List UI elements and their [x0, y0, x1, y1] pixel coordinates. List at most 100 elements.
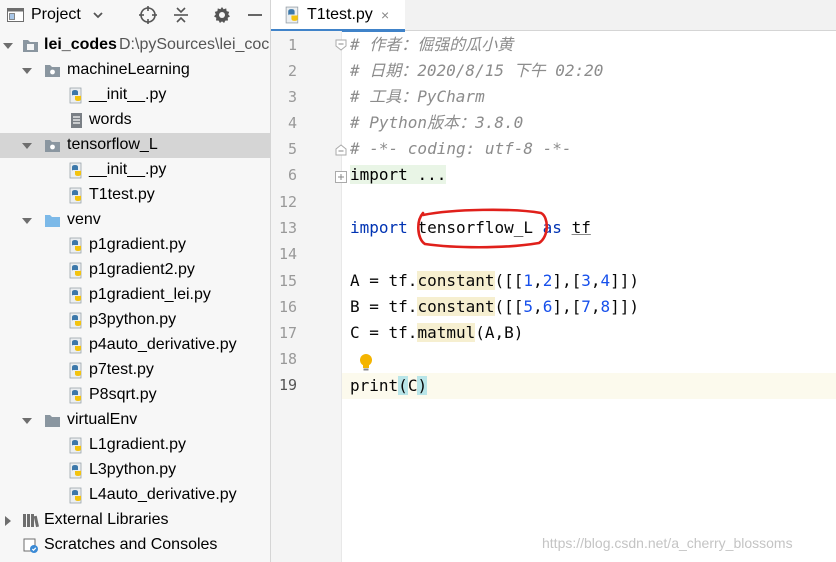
number-token: 2	[542, 271, 553, 290]
tree-item-init-py[interactable]: __init__.py	[0, 83, 270, 108]
code-line-1[interactable]: # 作者：倔强的瓜小黄	[350, 32, 513, 58]
tree-item-p8sqrt-py[interactable]: P8sqrt.py	[0, 383, 270, 408]
number-token: 6	[542, 297, 553, 316]
line-number: 2	[287, 62, 297, 80]
lightbulb-icon[interactable]	[358, 353, 374, 372]
locate-target-icon[interactable]	[138, 5, 158, 25]
close-icon[interactable]: ×	[381, 7, 389, 23]
chevron-down-icon[interactable]	[92, 9, 104, 21]
tree-item-l3python-py[interactable]: L3python.py	[0, 458, 270, 483]
line-number: 14	[278, 245, 297, 263]
tree-item-label: __init__.py	[89, 86, 167, 103]
python-file-icon	[69, 87, 82, 104]
python-file-icon	[69, 487, 82, 504]
code-line-16[interactable]: B = tf.constant([[5,6],[7,8]])	[350, 294, 639, 320]
tree-item-l4auto-derivative-py[interactable]: L4auto_derivative.py	[0, 483, 270, 508]
folded-imports[interactable]: import ...	[350, 165, 447, 184]
code-token: (A,B)	[475, 323, 524, 342]
line-number-current: 19	[278, 376, 297, 394]
project-pane-header: Project	[0, 0, 271, 31]
tree-item-init-py[interactable]: __init__.py	[0, 158, 270, 183]
tree-item-words[interactable]: words	[0, 108, 270, 133]
tree-item-virtualenv[interactable]: virtualEnv	[0, 408, 270, 433]
line-number: 18	[278, 350, 297, 368]
tree-item-p3python-py[interactable]: p3python.py	[0, 308, 270, 333]
python-file-icon	[69, 387, 82, 404]
project-view-selector[interactable]: Project	[31, 6, 81, 24]
tree-item-t1test-py[interactable]: T1test.py	[0, 183, 270, 208]
chevron-down-icon[interactable]	[21, 416, 33, 426]
function-call-token: matmul	[417, 323, 476, 342]
text-file-icon	[71, 113, 82, 128]
line-number: 4	[287, 114, 297, 132]
watermark-text: https://blog.csdn.net/a_cherry_blossoms	[542, 535, 793, 551]
tree-item-p1gradient2-py[interactable]: p1gradient2.py	[0, 258, 270, 283]
number-token: 8	[600, 297, 611, 316]
python-file-icon	[69, 237, 82, 254]
tree-item-lei-codes[interactable]: lei_codes D:\pySources\lei_coc	[0, 33, 270, 58]
tree-item-l1gradient-py[interactable]: L1gradient.py	[0, 433, 270, 458]
tree-item-label: words	[89, 111, 132, 128]
python-file-icon	[69, 362, 82, 379]
tree-item-label: lei_codes	[44, 36, 117, 53]
function-call-token: constant	[417, 271, 495, 290]
tree-item-venv[interactable]: venv	[0, 208, 270, 233]
project-path: D:\pySources\lei_coc	[119, 36, 270, 53]
code-token: B = tf.	[350, 297, 418, 316]
tree-item-label: virtualEnv	[67, 411, 138, 428]
tree-item-label: machineLearning	[67, 61, 190, 78]
gear-icon[interactable]	[212, 5, 232, 25]
tree-item-label: Scratches and Consoles	[44, 536, 218, 553]
tree-item-p7test-py[interactable]: p7test.py	[0, 358, 270, 383]
code-line-5[interactable]: # -*- coding: utf-8 -*-	[350, 136, 572, 162]
tree-item-p1gradient-lei-py[interactable]: p1gradient_lei.py	[0, 283, 270, 308]
code-token: C = tf.	[350, 323, 418, 342]
code-line-19[interactable]: print(C)	[350, 373, 428, 399]
code-line-15[interactable]: A = tf.constant([[1,2],[3,4]])	[350, 268, 639, 294]
folder-icon	[23, 40, 38, 52]
chevron-down-icon[interactable]	[21, 141, 33, 151]
hide-minimize-icon[interactable]	[245, 5, 265, 25]
tree-item-machinelearning[interactable]: machineLearning	[0, 58, 270, 83]
keyword-token: import	[350, 165, 408, 184]
tree-item-label: External Libraries	[44, 511, 169, 528]
project-tree[interactable]: lei_codes D:\pySources\lei_coc machineLe…	[0, 33, 270, 558]
expand-fold-icon[interactable]	[335, 171, 347, 183]
code-editor[interactable]: T1test.py × 1 2 3 4 5 6 12 13 14 15 16 1…	[271, 0, 836, 562]
chevron-right-icon[interactable]	[2, 516, 14, 526]
code-line-2[interactable]: # 日期：2020/8/15 下午 02:20	[350, 58, 603, 84]
number-token: 1	[523, 271, 534, 290]
number-token: 4	[600, 271, 611, 290]
tree-item-tensorflow-l[interactable]: tensorflow_L	[0, 133, 270, 158]
tree-item-label: L3python.py	[89, 461, 177, 478]
tree-item-p1gradient-py[interactable]: p1gradient.py	[0, 233, 270, 258]
chevron-down-icon[interactable]	[21, 66, 33, 76]
tree-item-p4auto-derivative-py[interactable]: p4auto_derivative.py	[0, 333, 270, 358]
code-token: ([[	[494, 271, 524, 290]
line-number: 3	[287, 88, 297, 106]
libraries-icon	[23, 514, 39, 528]
code-line-6[interactable]: import ...	[350, 162, 447, 188]
tree-item-label: p3python.py	[89, 311, 177, 328]
chevron-down-icon[interactable]	[21, 216, 33, 226]
chevron-down-icon[interactable]	[2, 41, 14, 51]
tab-t1test-py[interactable]: T1test.py ×	[271, 0, 405, 32]
code-line-4[interactable]: # Python版本：3.8.0	[350, 110, 523, 136]
tree-item-scratches-and-consoles[interactable]: Scratches and Consoles	[0, 533, 270, 558]
comment-token: # Python版本：3.8.0	[350, 113, 524, 132]
fold-marker-icon[interactable]	[335, 144, 347, 156]
python-file-icon	[69, 437, 82, 454]
tree-item-external-libraries[interactable]: External Libraries	[0, 508, 270, 533]
comment-token: # 作者：倔强的瓜小黄	[350, 35, 514, 54]
fold-marker-icon[interactable]	[335, 39, 347, 51]
gutter-separator	[341, 31, 342, 562]
python-file-icon	[69, 312, 82, 329]
keyword-token: import	[350, 218, 408, 237]
tree-item-label: __init__.py	[89, 161, 167, 178]
python-file-icon	[69, 162, 82, 179]
code-line-3[interactable]: # 工具：PyCharm	[350, 84, 485, 110]
line-number-gutter[interactable]	[271, 31, 341, 562]
code-line-17[interactable]: C = tf.matmul(A,B)	[350, 320, 523, 346]
project-view-icon	[7, 8, 24, 22]
collapse-all-icon[interactable]	[171, 5, 191, 25]
